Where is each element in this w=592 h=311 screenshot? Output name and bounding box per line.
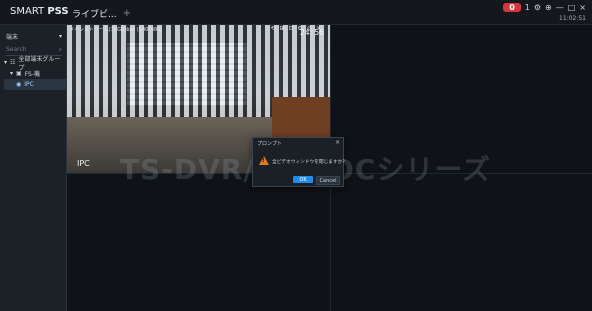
fullscreen-icon[interactable]: ⊡ [289,25,295,32]
tree-root-node[interactable]: ▾ ☷ 全部端末グループ [4,56,66,72]
expand-icon[interactable]: ▾ [10,70,13,77]
close-icon[interactable]: × [579,3,586,12]
settings-icon[interactable]: ⚙ [534,3,541,12]
grid-icon[interactable]: ⊞ [280,25,286,32]
warning-icon [259,156,269,165]
layout-icon[interactable]: ⊕ [545,3,552,12]
device-filter-select[interactable]: 端末 ▾ [6,31,62,42]
logo-prefix: SMART [10,6,48,17]
tab-live-view[interactable]: ライブビ... + [72,5,131,21]
top-bar: SMART PSS ライブビ... + 0 1 ⚙ ⊕ — □ × 11:02:… [0,0,592,25]
search-placeholder: Search [6,46,27,53]
video-scene-board [272,97,330,139]
expand-icon[interactable]: ▾ [4,59,7,66]
device-sidebar: 端末 ▾ Search ⌕ ▾ ☷ 全部端末グループ ▾ ▣ FS-機 ◉ IP… [0,25,67,311]
tree-device-node[interactable]: ◉ IPC [4,79,66,90]
tree-group-label: FS-機 [24,71,41,78]
alarm-badge[interactable]: 0 [503,3,521,12]
clock: 11:02:51 [559,15,586,22]
add-tab-button[interactable]: + [123,8,131,19]
search-icon[interactable]: ⌕ [59,46,62,54]
dialog-cancel-button[interactable]: Cancel [316,176,340,185]
group-icon: ☷ [10,59,16,66]
minimize-icon[interactable]: — [556,3,564,12]
chevron-down-icon: ▾ [58,33,62,40]
folder-icon: ▣ [16,70,22,77]
tree-device-label: IPC [24,81,34,88]
dialog-ok-button[interactable]: OK [293,176,313,183]
dialog-close-icon[interactable]: × [335,139,340,146]
rotate-icon[interactable]: ⟲ [271,25,277,32]
tab-live-view-label: ライブビ... [72,9,117,20]
confirm-dialog: プロンプト × 全ビデオウィンドウを閉じますか? OK Cancel [252,137,345,187]
video-timestamp: 24:56 [299,28,324,37]
camera-icon: ◉ [16,81,22,88]
device-filter-label: 端末 [6,34,19,41]
alarm-count: 0 [509,3,515,12]
top-right-controls: 0 1 ⚙ ⊕ — □ × [503,3,586,12]
logo-suffix: PSS [47,6,69,17]
user-count-icon[interactable]: 1 [525,3,530,12]
maximize-icon[interactable]: □ [568,3,576,12]
dialog-title: プロンプト [257,141,282,147]
device-tree: ▾ ☷ 全部端末グループ ▾ ▣ FS-機 ◉ IPC [4,56,66,90]
dialog-message: 全ビデオウィンドウを閉じますか? [272,160,345,165]
stream-info: メインストリーム(30GB)bps (640*480) [69,27,163,33]
video-channel-name: IPC [77,159,90,168]
app-logo: SMART PSS [10,6,69,17]
